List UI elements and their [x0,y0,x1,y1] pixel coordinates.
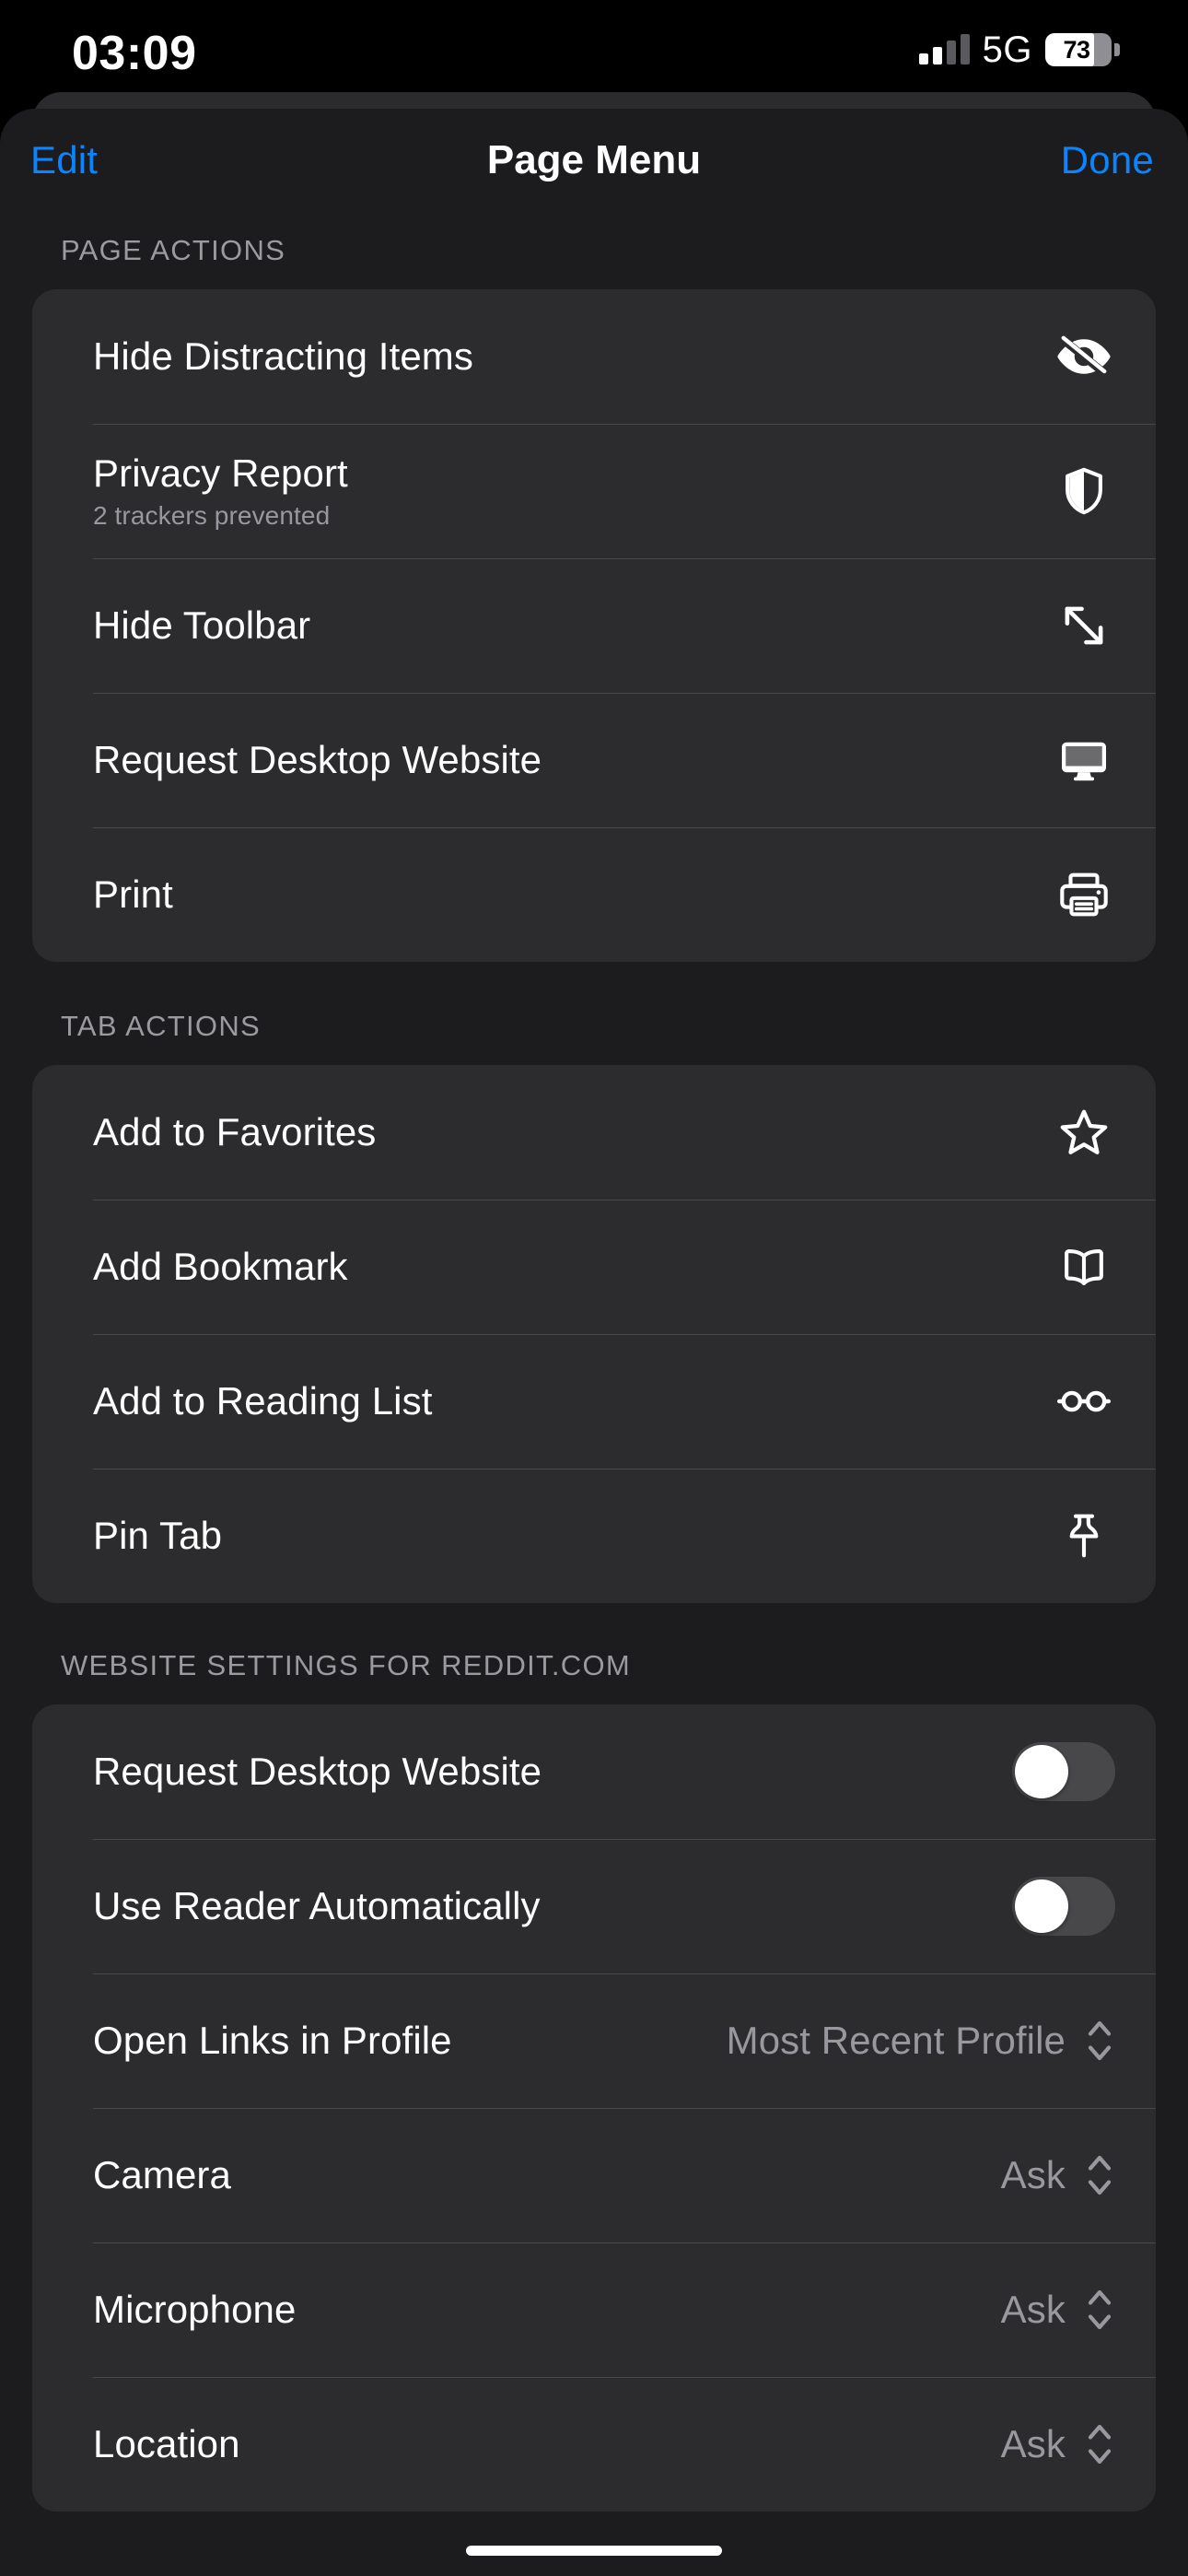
row-label: Request Desktop Website [93,1750,542,1793]
status-bar-time: 03:09 [72,27,197,80]
row-label: Camera [93,2153,231,2196]
printer-icon [1054,865,1113,924]
battery-percent-label: 73 [1063,35,1090,64]
row-label: Add to Reading List [93,1379,433,1423]
shield-icon [1054,462,1113,521]
section-header-page-actions: PAGE ACTIONS [61,234,286,266]
row-label: Privacy Report [93,451,348,495]
battery-cap-icon [1114,43,1120,56]
row-location[interactable]: Location Ask [32,2377,1156,2512]
star-icon [1054,1103,1113,1162]
website-settings-card: Request Desktop Website Use Reader Autom… [32,1704,1156,2512]
row-add-to-favorites[interactable]: Add to Favorites [32,1065,1156,1200]
location-permission-value: Ask [1000,2422,1066,2465]
camera-permission-value: Ask [1000,2153,1066,2196]
row-label: Print [93,872,173,916]
row-label: Use Reader Automatically [93,1884,541,1927]
row-label: Location [93,2422,240,2465]
chevron-up-down-icon[interactable] [1086,2284,1113,2336]
page-title: Page Menu [486,137,702,182]
row-add-bookmark[interactable]: Add Bookmark [32,1200,1156,1334]
row-hide-distracting-items[interactable]: Hide Distracting Items [32,289,1156,424]
row-subtitle: 2 trackers prevented [93,501,331,530]
row-privacy-report[interactable]: Privacy Report 2 trackers prevented [32,424,1156,558]
row-label: Add Bookmark [93,1245,348,1288]
cellular-signal-icon [918,34,970,64]
row-use-reader-automatically[interactable]: Use Reader Automatically [32,1839,1156,1973]
row-print[interactable]: Print [32,827,1156,962]
microphone-permission-value: Ask [1000,2288,1066,2331]
use-reader-automatically-toggle[interactable] [1012,1877,1115,1936]
eye-slash-icon [1054,327,1113,386]
row-request-desktop-website-action[interactable]: Request Desktop Website [32,693,1156,827]
row-label: Hide Toolbar [93,603,311,647]
chevron-up-down-icon[interactable] [1086,2149,1113,2201]
row-pin-tab[interactable]: Pin Tab [32,1469,1156,1603]
section-header-website-settings: WEBSITE SETTINGS FOR REDDIT.COM [61,1649,631,1681]
row-label: Add to Favorites [93,1110,377,1153]
tab-actions-card: Add to Favorites Add Bookmark Add to Rea… [32,1065,1156,1603]
desktop-display-icon [1054,731,1113,790]
iphone-screen: 03:09 5G 73 Edit Page Menu Done PAGE ACT… [0,0,1188,2576]
pin-icon [1054,1506,1113,1565]
row-hide-toolbar[interactable]: Hide Toolbar [32,558,1156,693]
row-label: Hide Distracting Items [93,334,473,378]
open-links-in-profile-value: Most Recent Profile [726,2019,1066,2062]
row-label: Microphone [93,2288,297,2331]
request-desktop-website-toggle[interactable] [1012,1742,1115,1801]
battery-icon: 73 [1045,33,1112,66]
book-icon [1054,1237,1113,1296]
chevron-up-down-icon[interactable] [1086,2015,1113,2067]
page-actions-card: Hide Distracting Items Privacy Report 2 … [32,289,1156,962]
edit-button[interactable]: Edit [30,138,98,182]
row-camera[interactable]: Camera Ask [32,2108,1156,2242]
chevron-up-down-icon[interactable] [1086,2418,1113,2470]
toggle-knob [1015,1745,1068,1798]
page-menu-sheet: Edit Page Menu Done PAGE ACTIONS Hide Di… [0,109,1188,2576]
section-header-tab-actions: TAB ACTIONS [61,1010,261,1042]
eyeglasses-icon [1054,1372,1113,1431]
row-label: Pin Tab [93,1514,223,1557]
network-type-label: 5G [982,29,1032,70]
row-open-links-in-profile[interactable]: Open Links in Profile Most Recent Profil… [32,1973,1156,2108]
home-indicator[interactable] [466,2546,722,2556]
row-microphone[interactable]: Microphone Ask [32,2242,1156,2377]
status-bar-indicators: 5G 73 [918,28,1120,72]
toggle-knob [1015,1879,1068,1933]
done-button[interactable]: Done [1061,138,1154,182]
status-bar: 03:09 5G 73 [0,0,1188,92]
row-add-to-reading-list[interactable]: Add to Reading List [32,1334,1156,1469]
row-label: Request Desktop Website [93,738,542,781]
expand-diagonal-arrows-icon [1054,596,1113,655]
row-request-desktop-website-setting[interactable]: Request Desktop Website [32,1704,1156,1839]
sheet-navigation-bar: Edit Page Menu Done [0,109,1188,212]
row-label: Open Links in Profile [93,2019,452,2062]
